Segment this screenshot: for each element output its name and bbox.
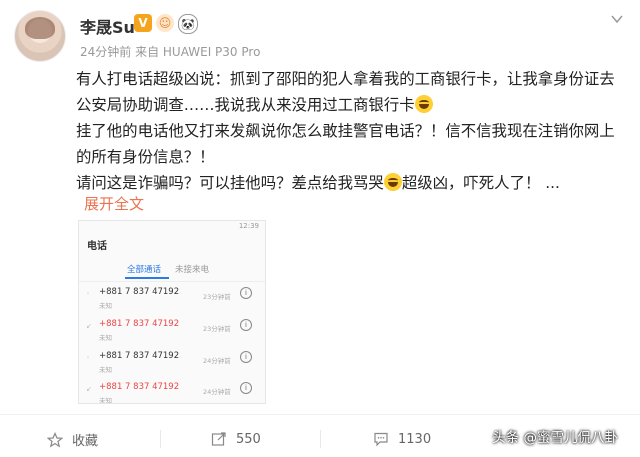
star-icon xyxy=(46,431,64,449)
call-row: ↙ +881 7 837 47192 未知 23分钟前 i xyxy=(79,319,265,349)
comment-count: 1130 xyxy=(398,431,432,447)
info-icon: i xyxy=(240,319,252,331)
divider xyxy=(79,281,265,282)
chevron-down-icon[interactable] xyxy=(610,12,624,26)
weibo-post: 李晟Su V ☺ 🐼 24分钟前 来自 HUAWEI P30 Pro 有人打电话… xyxy=(0,0,640,457)
call-time: 24分钟前 xyxy=(203,388,231,396)
call-type-icon: ◦ xyxy=(86,290,91,298)
info-icon: i xyxy=(240,351,252,363)
call-location: 未知 xyxy=(99,302,112,310)
username[interactable]: 李晟Su xyxy=(80,14,135,38)
panda-icon: 🐼 xyxy=(178,14,198,34)
missed-call-icon: ↙ xyxy=(86,385,92,393)
call-number: +881 7 837 47192 xyxy=(99,287,180,297)
statusbar-time: 12:39 xyxy=(238,222,259,230)
expand-full-text-link[interactable]: 展开全文 xyxy=(84,193,144,214)
repost-button[interactable]: 550 xyxy=(210,430,261,448)
divider xyxy=(320,430,321,448)
post-line-3: 请问这是诈骗吗？可以挂他吗？差点给我骂哭 超级凶，吓死人了！ ... xyxy=(76,173,560,192)
call-log-title: 电话 xyxy=(87,241,107,252)
call-number: +881 7 837 47192 xyxy=(99,382,180,392)
post-line-2: 挂了他的电话他又打来发飙说你怎么敢挂警官电话？！信不信我现在注销你网上的所有身份… xyxy=(76,122,615,166)
call-row: ↙ +881 7 837 47192 未知 24分钟前 i xyxy=(79,382,265,404)
favorite-label: 收藏 xyxy=(72,434,99,449)
call-row: ◦ +881 7 837 47192 未知 23分钟前 i xyxy=(79,287,265,317)
laugh-cry-emoji-icon xyxy=(414,95,433,113)
tab-indicator xyxy=(125,277,169,279)
call-time: 23分钟前 xyxy=(203,325,231,333)
call-type-icon: ◦ xyxy=(86,354,91,362)
favorite-button[interactable]: 收藏 xyxy=(46,430,98,449)
divider xyxy=(160,430,161,448)
info-icon: i xyxy=(240,287,252,299)
tab-missed-calls: 未接来电 xyxy=(175,265,210,275)
call-location: 未知 xyxy=(99,397,112,404)
call-number: +881 7 837 47192 xyxy=(99,319,180,329)
post-content: 有人打电话超级凶说：抓到了邵阳的犯人拿着我的工商银行卡，让我拿身份证去公安局协助… xyxy=(76,66,628,196)
repost-count: 550 xyxy=(236,431,261,447)
avatar[interactable] xyxy=(14,10,66,62)
watermark: 头条 @蜜雪儿侃八卦 xyxy=(492,430,618,446)
post-line-1: 有人打电话超级凶说：抓到了邵阳的犯人拿着我的工商银行卡，让我拿身份证去公安局协助… xyxy=(76,70,615,114)
gold-badge-icon: ☺ xyxy=(156,14,174,32)
post-meta: 24分钟前 来自 HUAWEI P30 Pro xyxy=(80,45,261,59)
tab-all-calls: 全部通话 xyxy=(127,265,162,275)
call-location: 未知 xyxy=(99,366,112,374)
call-time: 23分钟前 xyxy=(203,293,231,301)
missed-call-icon: ↙ xyxy=(86,322,92,330)
comment-icon xyxy=(372,430,390,448)
laugh-cry-emoji-icon xyxy=(383,173,402,191)
info-icon: i xyxy=(240,382,252,394)
verified-badge-icon: V xyxy=(134,14,152,32)
embedded-call-log-screenshot[interactable]: 12:39 电话 全部通话 未接来电 ◦ +881 7 837 47192 未知… xyxy=(78,220,266,404)
repost-icon xyxy=(210,430,228,448)
call-time: 24分钟前 xyxy=(203,357,231,365)
call-row: ◦ +881 7 837 47192 未知 24分钟前 i xyxy=(79,351,265,381)
comment-button[interactable]: 1130 xyxy=(372,430,431,448)
call-number: +881 7 837 47192 xyxy=(99,351,180,361)
call-location: 未知 xyxy=(99,334,112,342)
